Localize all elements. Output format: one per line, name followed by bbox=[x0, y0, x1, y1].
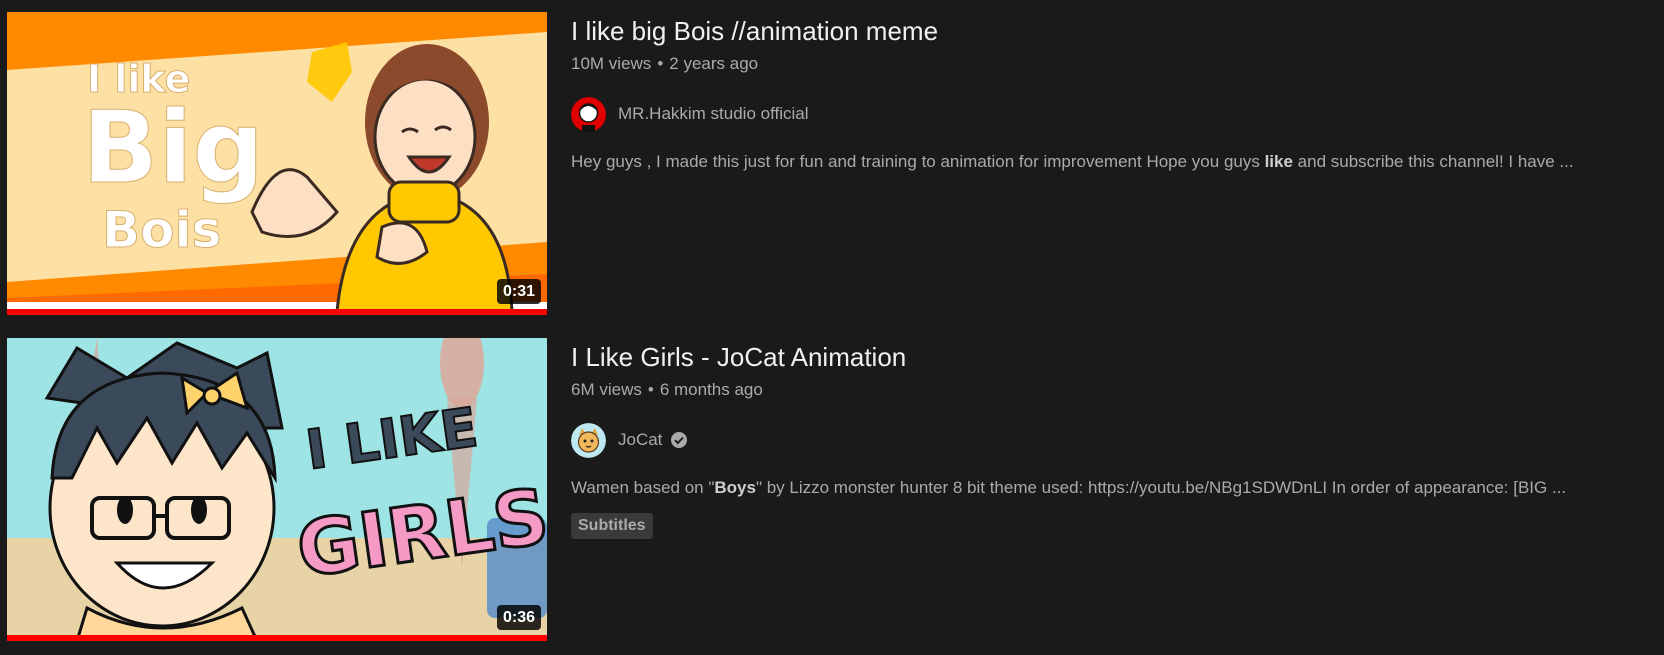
channel-name[interactable]: JoCat bbox=[618, 430, 662, 450]
desc-text: Wamen based on " bbox=[571, 478, 715, 497]
video-meta: 6M views • 6 months ago bbox=[571, 378, 1631, 402]
video-result: I LIKE GIRLS 0:36 I Like Girls - JoCat A… bbox=[0, 326, 1664, 641]
search-results: I like Big Bois 0:31 I like big Bois //a… bbox=[0, 0, 1664, 655]
thumbnail-text-3: Bois bbox=[102, 201, 221, 259]
desc-highlight: like bbox=[1264, 152, 1293, 171]
channel-link[interactable]: JoCat bbox=[571, 422, 1631, 458]
upload-age: 2 years ago bbox=[669, 54, 759, 73]
video-description: Hey guys , I made this just for fun and … bbox=[571, 148, 1621, 175]
video-title[interactable]: I like big Bois //animation meme bbox=[571, 14, 1631, 48]
video-info: I Like Girls - JoCat Animation 6M views •… bbox=[571, 340, 1631, 539]
desc-highlight: Boys bbox=[714, 478, 756, 497]
video-info: I like big Bois //animation meme 10M vie… bbox=[571, 14, 1631, 175]
view-count: 6M views bbox=[571, 380, 642, 399]
watch-progress-bar bbox=[7, 309, 547, 315]
subtitles-badge: Subtitles bbox=[571, 513, 653, 539]
duration-badge: 0:36 bbox=[496, 605, 541, 630]
upload-age: 6 months ago bbox=[659, 380, 763, 399]
duration-badge: 0:31 bbox=[496, 279, 541, 304]
thumbnail-text-2: Big bbox=[82, 89, 264, 206]
video-thumbnail[interactable]: I LIKE GIRLS 0:36 bbox=[7, 338, 547, 641]
thumbnail-image: I LIKE GIRLS bbox=[7, 338, 547, 641]
desc-text: and subscribe this channel! I have ... bbox=[1292, 152, 1574, 171]
channel-name[interactable]: MR.Hakkim studio official bbox=[618, 104, 809, 124]
channel-avatar[interactable] bbox=[571, 96, 606, 132]
video-result: I like Big Bois 0:31 I like big Bois //a… bbox=[0, 0, 1664, 315]
channel-avatar[interactable] bbox=[571, 422, 606, 458]
desc-text: " by Lizzo monster hunter 8 bit theme us… bbox=[755, 478, 1567, 497]
channel-link[interactable]: MR.Hakkim studio official bbox=[571, 96, 1631, 132]
video-title[interactable]: I Like Girls - JoCat Animation bbox=[571, 340, 1631, 374]
video-thumbnail[interactable]: I like Big Bois 0:31 bbox=[7, 12, 547, 315]
meta-separator: • bbox=[647, 380, 654, 399]
video-description: Wamen based on "Boys" by Lizzo monster h… bbox=[571, 474, 1621, 501]
view-count: 10M views bbox=[571, 54, 652, 73]
watch-progress-bar bbox=[7, 635, 547, 641]
meta-separator: • bbox=[657, 54, 664, 73]
verified-check-icon bbox=[670, 431, 688, 449]
thumbnail-image: I like Big Bois bbox=[7, 12, 547, 315]
video-meta: 10M views • 2 years ago bbox=[571, 52, 1631, 76]
desc-text: Hey guys , I made this just for fun and … bbox=[571, 152, 1265, 171]
